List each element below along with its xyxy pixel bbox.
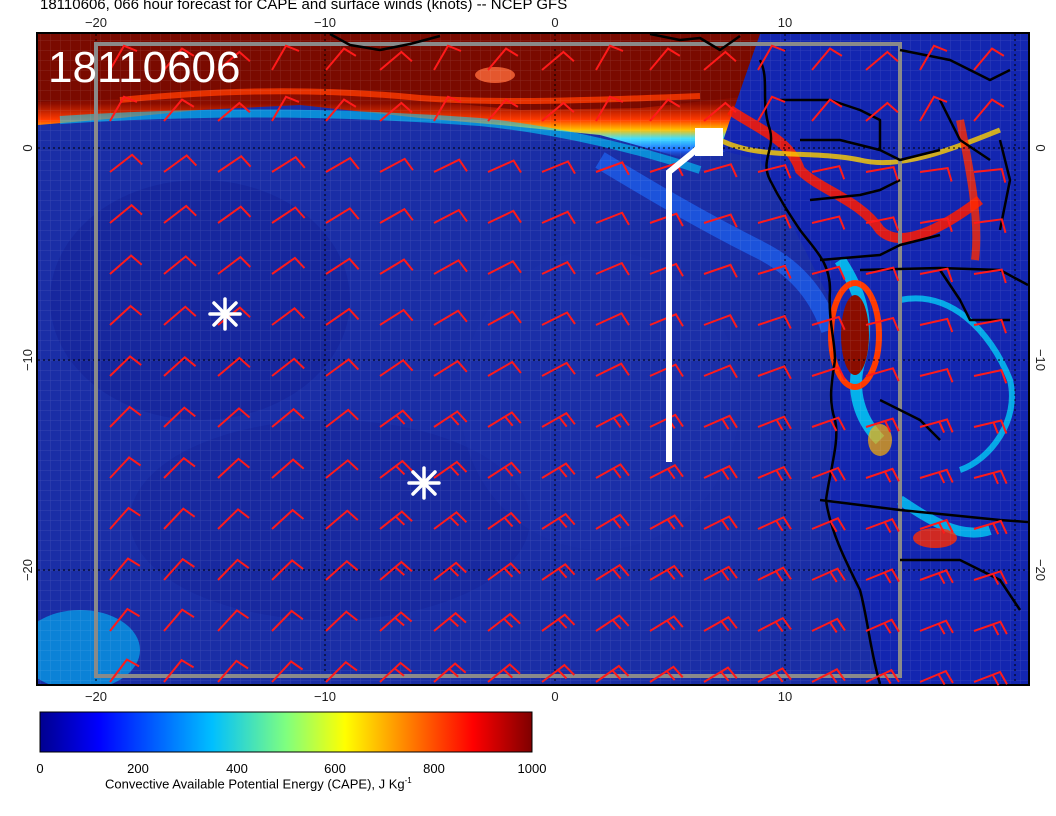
lon-tick: −10	[314, 15, 336, 30]
cape-field	[38, 34, 1028, 684]
colorbar-tick: 400	[226, 761, 248, 776]
colorbar-label: Convective Available Potential Energy (C…	[105, 776, 412, 791]
lon-ticks-bottom: −20 −10 0 10	[85, 689, 792, 704]
lat-tick: 0	[20, 144, 35, 151]
asterisk-marker	[407, 466, 441, 500]
colorbar-tick: 200	[127, 761, 149, 776]
lon-tick: 0	[551, 15, 558, 30]
colorbar-ticks: 0 200 400 600 800 1000	[36, 761, 546, 776]
lat-tick: −20	[1033, 559, 1048, 581]
lat-tick: −10	[1033, 349, 1048, 371]
lon-tick: −10	[314, 689, 336, 704]
colorbar-tick: 1000	[518, 761, 547, 776]
lat-tick: −20	[20, 559, 35, 581]
lat-ticks-left: 0 −10 −20	[20, 144, 35, 581]
asterisk-marker	[208, 297, 242, 331]
cape-wind-map: 18110606 −20 −10 0 10 −20 −10 0 10 0 −10…	[20, 15, 1048, 776]
lon-tick: −20	[85, 689, 107, 704]
lon-ticks-top: −20 −10 0 10	[85, 15, 792, 30]
lat-tick: 0	[1033, 144, 1048, 151]
track-end-marker	[695, 128, 723, 156]
lat-ticks-right: 0 −10 −20	[1033, 144, 1048, 581]
lat-tick: −10	[20, 349, 35, 371]
lon-tick: 0	[551, 689, 558, 704]
colorbar	[39, 711, 533, 753]
lon-tick: −20	[85, 15, 107, 30]
colorbar-label-text: Convective Available Potential Energy (C…	[105, 776, 405, 792]
colorbar-tick: 0	[36, 761, 43, 776]
date-stamp: 18110606	[48, 43, 241, 92]
colorbar-label-exponent: -1	[404, 776, 412, 785]
lon-tick: 10	[778, 15, 792, 30]
lon-tick: 10	[778, 689, 792, 704]
colorbar-tick: 600	[324, 761, 346, 776]
colorbar-tick: 800	[423, 761, 445, 776]
